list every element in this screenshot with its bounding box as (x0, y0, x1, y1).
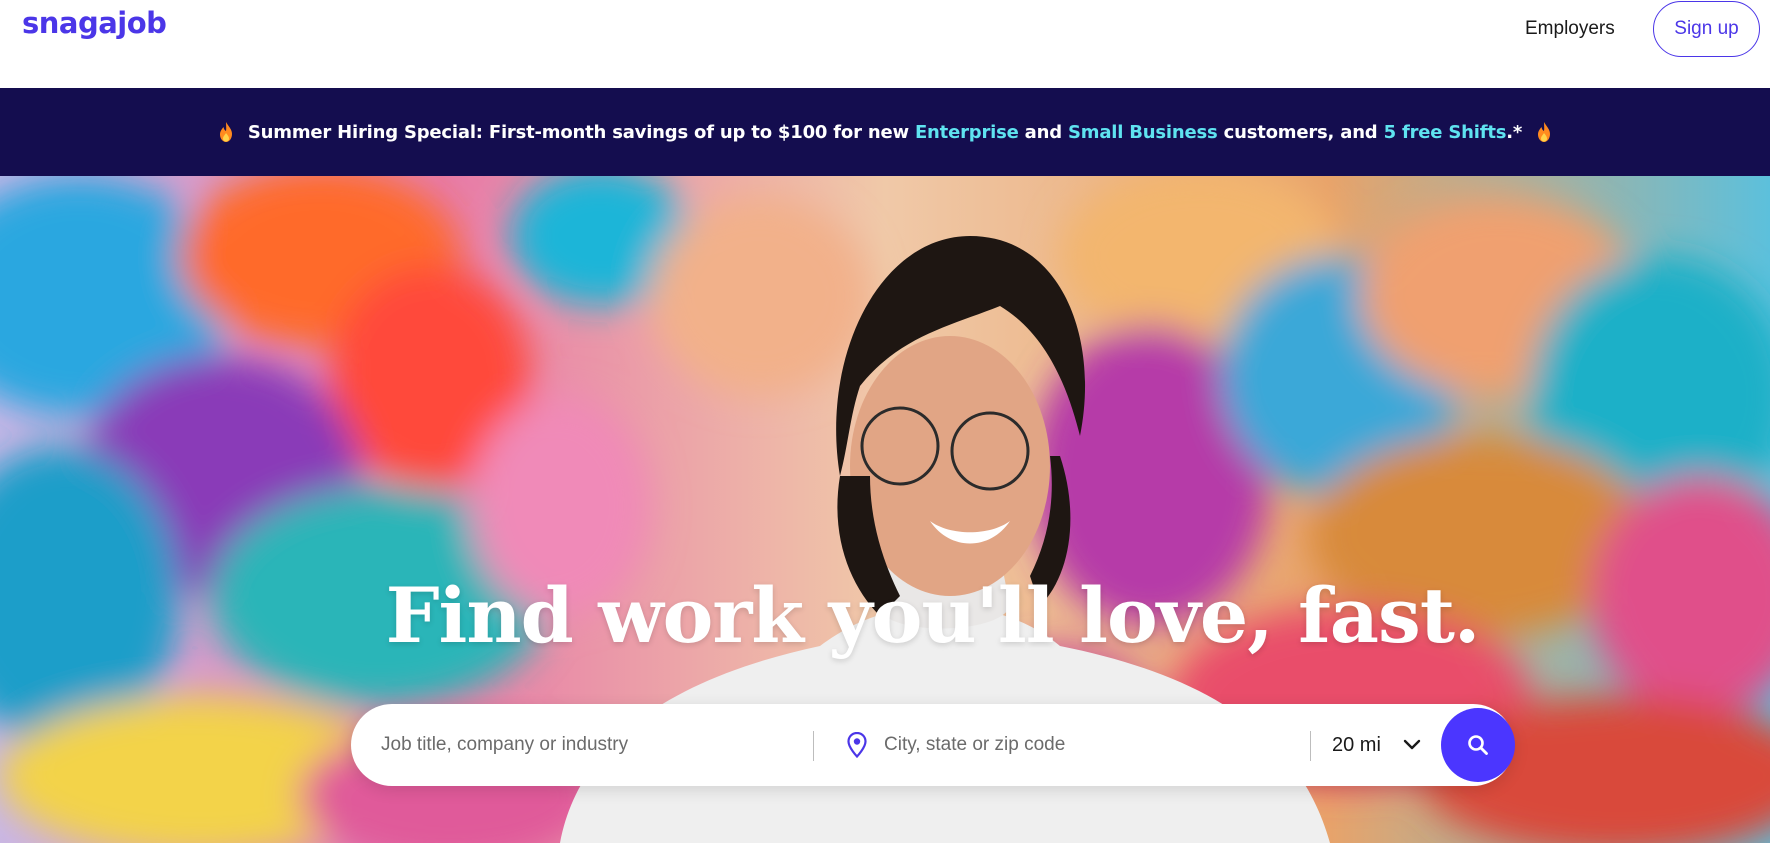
small-business-link[interactable]: Small Business (1068, 122, 1218, 143)
hero-heading: Find work you'll love, fast. (385, 571, 1481, 660)
flame-icon (219, 122, 232, 142)
job-search-bar: 20 mi (351, 704, 1515, 786)
site-header: snagajob Employers Sign up (0, 0, 1770, 88)
job-title-input[interactable] (381, 725, 821, 765)
location-input[interactable] (884, 725, 1324, 765)
promo-banner: Summer Hiring Special: First-month savin… (0, 88, 1770, 176)
promo-text: Summer Hiring Special: First-month savin… (248, 122, 1522, 143)
promo-and: and (1018, 121, 1068, 143)
search-divider (1310, 731, 1311, 761)
promo-middle: customers, and (1217, 121, 1384, 143)
flame-icon (1538, 122, 1551, 142)
search-icon (1468, 735, 1488, 755)
radius-value: 20 mi (1332, 733, 1381, 756)
sign-up-button[interactable]: Sign up (1653, 1, 1760, 57)
location-pin-icon (847, 732, 867, 758)
hero-section: Find work you'll love, fast. 20 mi (0, 176, 1770, 843)
search-button[interactable] (1441, 708, 1515, 782)
chevron-down-icon (1403, 739, 1421, 750)
free-shifts-link[interactable]: 5 free Shifts (1384, 122, 1507, 143)
employers-link[interactable]: Employers (1525, 18, 1615, 40)
promo-prefix: Summer Hiring Special: First-month savin… (247, 121, 915, 143)
snagajob-logo[interactable]: snagajob (22, 6, 167, 40)
promo-suffix: .* (1506, 121, 1523, 143)
radius-dropdown[interactable]: 20 mi (1332, 724, 1442, 766)
search-divider (813, 731, 814, 761)
enterprise-link[interactable]: Enterprise (915, 122, 1019, 143)
